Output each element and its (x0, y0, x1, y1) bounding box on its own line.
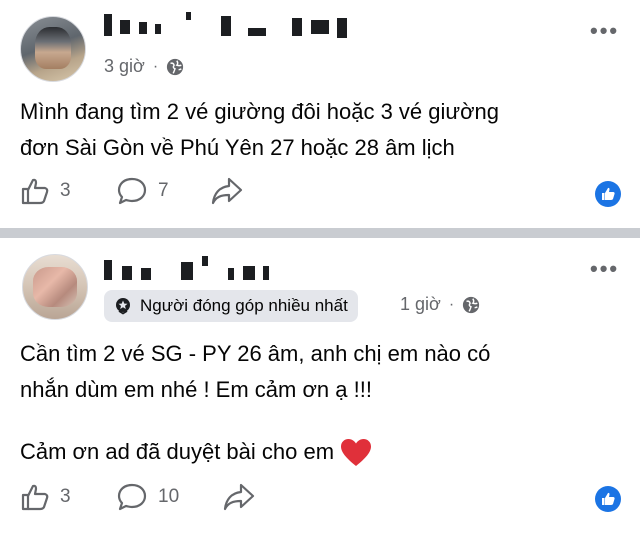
comment-count: 10 (158, 486, 180, 507)
post-time[interactable]: 1 giờ (400, 294, 441, 315)
share-icon (211, 177, 243, 205)
author-name[interactable] (104, 12, 348, 38)
globe-icon (167, 58, 184, 75)
post-card: 3 giờ · ••• Mình đang tìm 2 vé giường đô… (0, 0, 640, 228)
avatar[interactable] (22, 254, 88, 320)
post-text-row: Cảm ơn ad đã duyệt bài cho em (20, 434, 372, 470)
thumbs-up-icon (21, 484, 49, 511)
reaction-like-icon[interactable] (595, 181, 621, 207)
thumbs-up-icon (21, 178, 49, 205)
post-text-line: Mình đang tìm 2 vé giường đôi hoặc 3 vé … (20, 99, 500, 124)
more-options-icon[interactable]: ••• (590, 256, 619, 282)
post-text-line: nhắn dùm em nhé ! Em cảm ơn ạ !!! (20, 377, 372, 402)
post-text-line: Cần tìm 2 vé SG - PY 26 âm, anh chị em n… (20, 341, 491, 366)
post-meta: 3 giờ · (104, 56, 184, 77)
author-name[interactable] (104, 256, 270, 282)
share-icon (223, 483, 255, 511)
comment-icon (117, 177, 147, 205)
globe-icon (463, 296, 480, 313)
post-meta: 1 giờ · (400, 294, 480, 315)
comment-icon (117, 483, 147, 511)
like-button[interactable]: 3 (20, 482, 71, 512)
like-count: 3 (60, 180, 71, 201)
post-text-line: Cảm ơn ad đã duyệt bài cho em (20, 439, 335, 464)
like-button[interactable]: 3 (20, 176, 71, 206)
share-button[interactable] (222, 482, 256, 512)
avatar[interactable] (20, 16, 86, 82)
share-button[interactable] (210, 176, 244, 206)
badge-label: Người đóng góp nhiều nhất (140, 296, 348, 315)
more-options-icon[interactable]: ••• (590, 18, 619, 44)
post-time[interactable]: 3 giờ (104, 56, 145, 77)
reaction-like-icon[interactable] (595, 486, 621, 512)
like-count: 3 (60, 486, 71, 507)
top-contributor-icon (116, 298, 130, 315)
top-contributor-badge[interactable]: Người đóng góp nhiều nhất (104, 290, 358, 322)
comment-button[interactable]: 7 (116, 176, 169, 206)
heart-emoji (341, 439, 372, 467)
comment-count: 7 (158, 180, 169, 201)
post-divider (0, 228, 640, 238)
comment-button[interactable]: 10 (116, 482, 179, 512)
post-text-line: đơn Sài Gòn về Phú Yên 27 hoặc 28 âm lịc… (20, 135, 455, 160)
